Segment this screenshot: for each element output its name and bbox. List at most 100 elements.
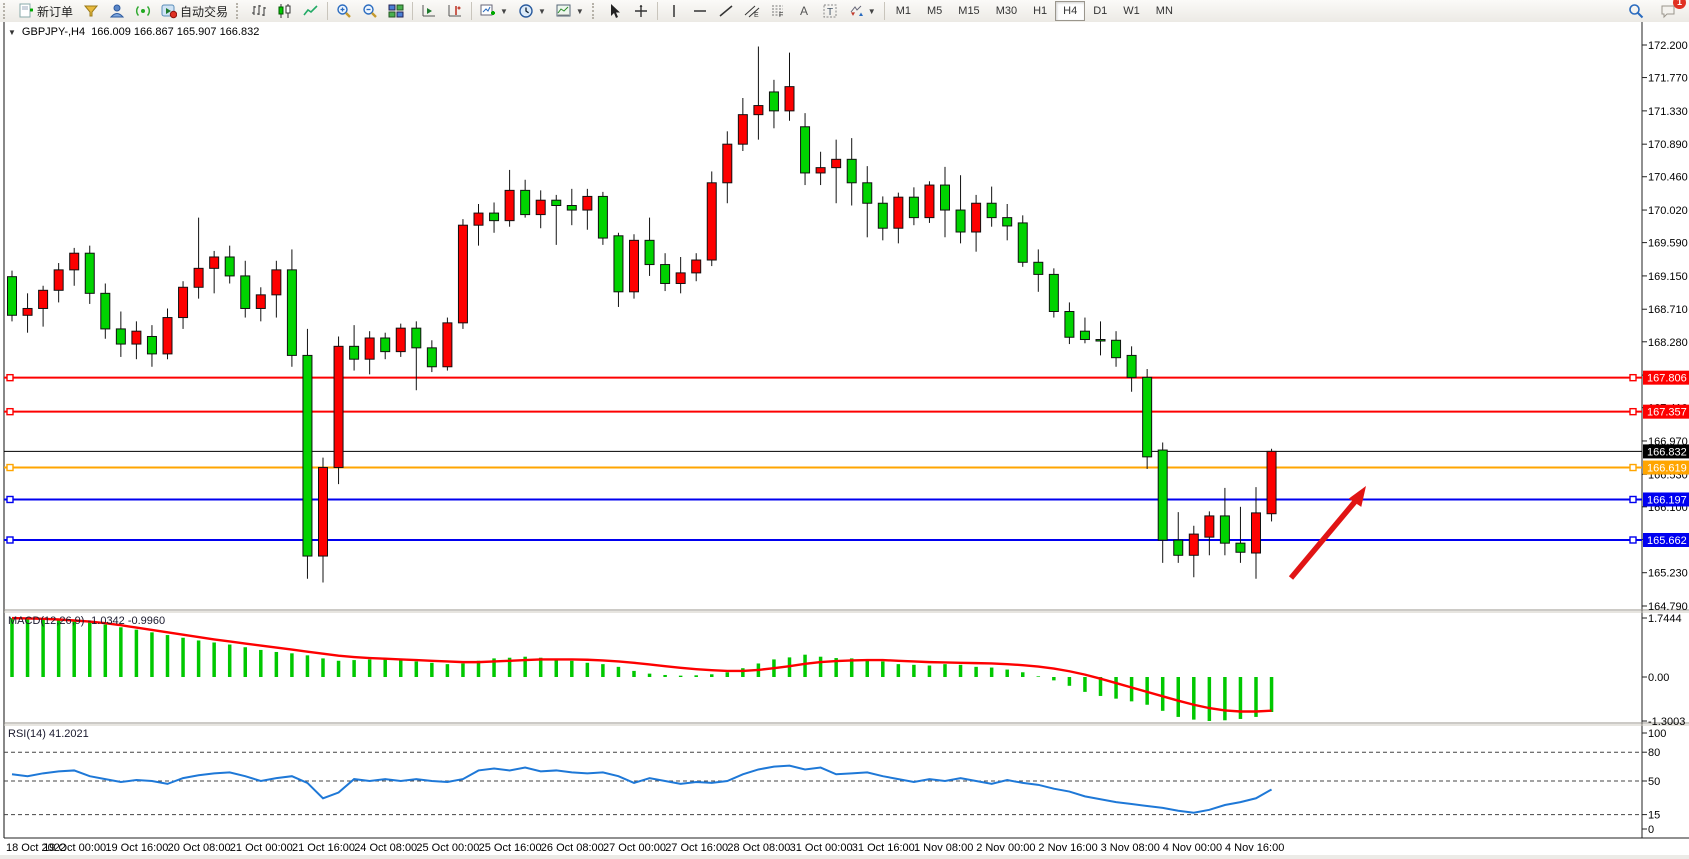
- chart-shift-button[interactable]: [442, 0, 468, 22]
- horizontal-line-icon: [692, 3, 708, 19]
- svg-text:3 Nov 08:00: 3 Nov 08:00: [1101, 842, 1160, 854]
- zoom-out-button[interactable]: [357, 0, 383, 22]
- tile-windows-button[interactable]: [383, 0, 409, 22]
- svg-text:28 Oct 08:00: 28 Oct 08:00: [727, 842, 790, 854]
- dropdown-arrow-icon[interactable]: ▼: [538, 7, 546, 16]
- symbol-dropdown-icon[interactable]: ▼: [8, 28, 16, 37]
- shapes-icon: [848, 3, 864, 19]
- timeframe-m15-button[interactable]: M15: [950, 1, 987, 21]
- svg-text:E: E: [754, 12, 759, 19]
- ohlc-values: 166.009 166.867 165.907 166.832: [91, 26, 259, 38]
- toolbar-separator: [471, 2, 472, 20]
- svg-text:171.770: 171.770: [1648, 73, 1688, 85]
- new-order-button[interactable]: 新订单: [13, 0, 78, 22]
- svg-text:0: 0: [1648, 824, 1654, 836]
- quotes-button[interactable]: [78, 0, 104, 22]
- svg-text:166.197: 166.197: [1647, 494, 1687, 506]
- zoom-in-button[interactable]: [331, 0, 357, 22]
- timeframe-mn-button[interactable]: MN: [1148, 1, 1181, 21]
- vertical-line-button[interactable]: [661, 0, 687, 22]
- timeframe-h4-button[interactable]: H4: [1055, 1, 1085, 21]
- svg-text:166.619: 166.619: [1647, 463, 1687, 475]
- svg-text:169.590: 169.590: [1648, 238, 1688, 250]
- channel-icon: E: [744, 3, 760, 19]
- period-icon: [518, 3, 534, 19]
- trendline-icon: [718, 3, 734, 19]
- symbol-label: GBPJPY-,H4: [22, 26, 85, 38]
- template-button[interactable]: ▼: [551, 0, 589, 22]
- svg-text:1.7444: 1.7444: [1648, 613, 1682, 625]
- text-button[interactable]: A: [791, 0, 817, 22]
- svg-text:25 Oct 16:00: 25 Oct 16:00: [479, 842, 542, 854]
- svg-text:164.790: 164.790: [1648, 601, 1688, 613]
- svg-text:15: 15: [1648, 810, 1660, 822]
- svg-text:31 Oct 00:00: 31 Oct 00:00: [790, 842, 853, 854]
- fibonacci-icon: F: [770, 3, 786, 19]
- svg-text:-1.3003: -1.3003: [1648, 716, 1685, 728]
- auto-scroll-button[interactable]: [416, 0, 442, 22]
- dropdown-arrow-icon[interactable]: ▼: [576, 7, 584, 16]
- svg-text:172.200: 172.200: [1648, 40, 1688, 52]
- period-button[interactable]: ▼: [513, 0, 551, 22]
- notification-badge: 1: [1673, 0, 1686, 9]
- toolbar-separator: [327, 2, 328, 20]
- price-chart-plot[interactable]: 172.200171.770171.330170.890170.460170.0…: [0, 22, 1689, 859]
- candlestick-chart-button[interactable]: [272, 0, 298, 22]
- svg-text:170.460: 170.460: [1648, 172, 1688, 184]
- toolbar-drag-handle[interactable]: [3, 3, 10, 19]
- svg-text:24 Oct 08:00: 24 Oct 08:00: [354, 842, 417, 854]
- svg-text:166.832: 166.832: [1647, 446, 1687, 458]
- dropdown-arrow-icon[interactable]: ▼: [500, 7, 508, 16]
- new-chart-button[interactable]: ▼: [475, 0, 513, 22]
- mt4-window: 新订单 自动交易 ▼ ▼ ▼ E F AT ▼ M1M5M15M30H1H4D1W1MN 1 172…: [0, 0, 1689, 859]
- text-label-button[interactable]: T: [817, 0, 843, 22]
- toolbar-drag-handle[interactable]: [592, 3, 599, 19]
- timeframe-m30-button[interactable]: M30: [988, 1, 1025, 21]
- bar-chart-button[interactable]: [246, 0, 272, 22]
- bar-chart-icon: [251, 3, 267, 19]
- line-chart-button[interactable]: [298, 0, 324, 22]
- horizontal-line-button[interactable]: [687, 0, 713, 22]
- toolbar-drag-handle[interactable]: [236, 3, 243, 19]
- svg-text:80: 80: [1648, 747, 1660, 759]
- svg-text:168.280: 168.280: [1648, 337, 1688, 349]
- chart-window[interactable]: 172.200171.770171.330170.890170.460170.0…: [0, 22, 1689, 859]
- svg-text:167.806: 167.806: [1647, 373, 1687, 385]
- new-chart-icon: [480, 3, 496, 19]
- window-bottom-edge: [0, 855, 1689, 859]
- timeframe-m1-button[interactable]: M1: [888, 1, 919, 21]
- svg-text:25 Oct 00:00: 25 Oct 00:00: [416, 842, 479, 854]
- autotrading-button-label: 自动交易: [180, 3, 228, 20]
- profile-button[interactable]: [104, 0, 130, 22]
- zoom-in-icon: [336, 3, 352, 19]
- toolbar-separator: [412, 2, 413, 20]
- cursor-button[interactable]: [602, 0, 628, 22]
- text-label-icon: T: [822, 3, 838, 19]
- toolbar: 新订单 自动交易 ▼ ▼ ▼ E F AT ▼ M1M5M15M30H1H4D1W1MN 1: [0, 0, 1689, 23]
- autotrading-icon: [161, 3, 177, 19]
- timeframe-w1-button[interactable]: W1: [1115, 1, 1148, 21]
- dropdown-arrow-icon[interactable]: ▼: [868, 7, 876, 16]
- crosshair-icon: [633, 3, 649, 19]
- timeframe-h1-button[interactable]: H1: [1025, 1, 1055, 21]
- svg-text:F: F: [779, 12, 783, 19]
- svg-text:170.020: 170.020: [1648, 205, 1688, 217]
- svg-text:27 Oct 00:00: 27 Oct 00:00: [603, 842, 666, 854]
- autotrading-button[interactable]: 自动交易: [156, 0, 233, 22]
- timeframe-m5-button[interactable]: M5: [919, 1, 950, 21]
- svg-text:1 Nov 08:00: 1 Nov 08:00: [914, 842, 973, 854]
- search-button[interactable]: [1623, 0, 1649, 22]
- chat-button[interactable]: 1: [1655, 0, 1681, 22]
- channel-button[interactable]: E: [739, 0, 765, 22]
- crosshair-button[interactable]: [628, 0, 654, 22]
- shapes-button[interactable]: ▼: [843, 0, 881, 22]
- timeframe-d1-button[interactable]: D1: [1085, 1, 1115, 21]
- new-order-icon: [18, 3, 34, 19]
- svg-text:50: 50: [1648, 776, 1660, 788]
- signal-button[interactable]: [130, 0, 156, 22]
- text-icon: A: [796, 3, 812, 19]
- svg-text:171.330: 171.330: [1648, 106, 1688, 118]
- trendline-button[interactable]: [713, 0, 739, 22]
- fibonacci-button[interactable]: F: [765, 0, 791, 22]
- svg-text:27 Oct 16:00: 27 Oct 16:00: [665, 842, 728, 854]
